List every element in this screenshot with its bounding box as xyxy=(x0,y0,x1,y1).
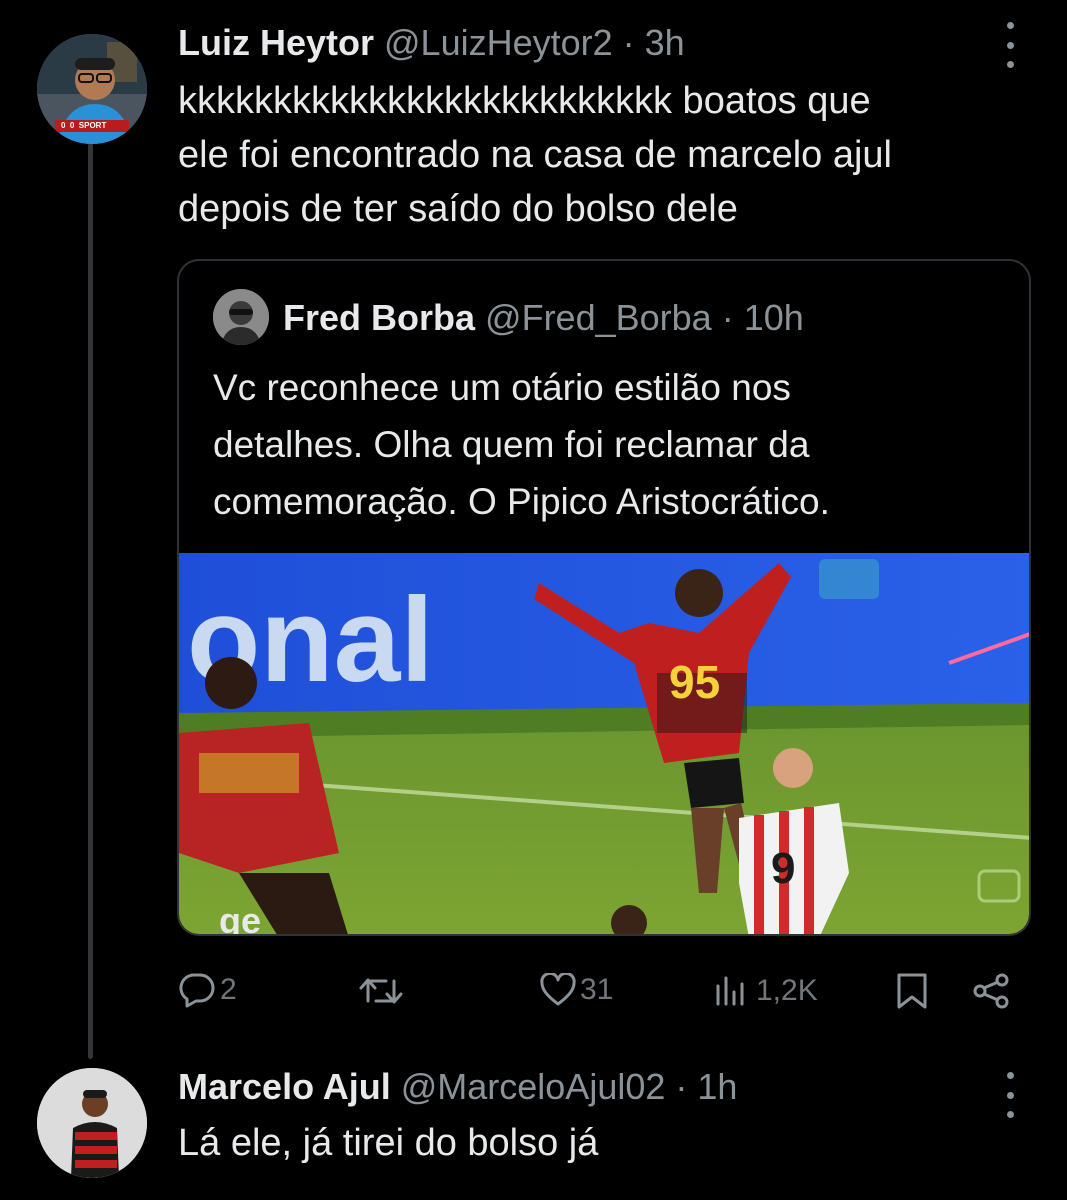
more-dot-icon xyxy=(1006,1072,1014,1079)
quote-separator: · xyxy=(721,297,734,338)
share-button[interactable] xyxy=(972,972,1012,1010)
retweet-button[interactable] xyxy=(358,975,404,1007)
share-icon xyxy=(973,973,1009,1009)
more-dot-icon xyxy=(1006,41,1014,49)
views-chart-icon xyxy=(716,976,744,1006)
avatar-fred-borba xyxy=(213,289,269,345)
tweet2-timestamp[interactable]: 1h xyxy=(697,1066,737,1108)
tweet2-author-handle[interactable]: @MarceloAjul02 xyxy=(401,1066,666,1108)
quote-text: Vc reconhece um otário estilão nos detal… xyxy=(213,367,830,522)
quoted-tweet-card[interactable]: Fred Borba @Fred_Borba · 10h Vc reconhec… xyxy=(177,259,1031,936)
like-button[interactable]: 31 xyxy=(540,973,613,1007)
quote-timestamp: 10h xyxy=(743,297,804,338)
like-count: 31 xyxy=(580,973,614,1006)
quote-author-name: Fred Borba xyxy=(283,297,476,338)
views-count: 1,2K xyxy=(756,974,818,1007)
more-dot-icon xyxy=(1006,1091,1014,1099)
thread-line xyxy=(88,143,93,1059)
more-dot-icon xyxy=(1006,22,1014,29)
jersey-number-2: 9 xyxy=(771,844,795,893)
retweet-icon xyxy=(359,978,403,1004)
tweet1-author-handle[interactable]: @LuizHeytor2 xyxy=(384,22,613,64)
tweet2-author-name[interactable]: Marcelo Ajul xyxy=(178,1066,391,1108)
tweet1-timestamp[interactable]: 3h xyxy=(645,22,685,64)
reply-icon xyxy=(179,973,215,1008)
tweet1-separator: · xyxy=(622,22,635,63)
more-dot-icon xyxy=(1006,61,1014,68)
tweet1-text: kkkkkkkkkkkkkkkkkkkkkkkkkk boatos que el… xyxy=(178,80,893,230)
bookmark-icon xyxy=(897,973,927,1009)
jersey-number: 95 xyxy=(669,656,720,708)
tweet1-header: Luiz Heytor @LuizHeytor2 · 3h xyxy=(178,18,685,68)
reply-count: 2 xyxy=(220,973,237,1006)
football-celebration-photo: onal 95 9 ge xyxy=(179,553,1029,936)
tweet1-more-button[interactable] xyxy=(1004,22,1016,68)
tweet2-text: Lá ele, já tirei do bolso já xyxy=(178,1122,599,1164)
quote-media-image[interactable]: onal 95 9 ge xyxy=(179,553,1029,936)
quote-header: Fred Borba @Fred_Borba · 10h xyxy=(283,295,804,341)
views-button[interactable]: 1,2K xyxy=(714,974,818,1008)
heart-icon xyxy=(540,973,576,1006)
avatar-score-overlay: 0 0 SPORT xyxy=(61,121,107,130)
avatar-marcelo-ajul[interactable] xyxy=(37,1068,147,1178)
tweet1-author-name[interactable]: Luiz Heytor xyxy=(178,22,374,64)
bookmark-button[interactable] xyxy=(895,972,929,1010)
tweet2-separator: · xyxy=(675,1066,688,1107)
avatar-image xyxy=(37,1068,147,1178)
reply-button[interactable]: 2 xyxy=(178,972,237,1008)
avatar-image xyxy=(213,289,269,345)
quote-author-handle: @Fred_Borba xyxy=(485,297,712,338)
tweet2-header: Marcelo Ajul @MarceloAjul02 · 1h xyxy=(178,1062,737,1112)
avatar-luiz-heytor[interactable]: 0 0 SPORT xyxy=(37,34,147,144)
tweet2-more-button[interactable] xyxy=(1004,1072,1016,1118)
corner-text: ge xyxy=(219,900,261,936)
